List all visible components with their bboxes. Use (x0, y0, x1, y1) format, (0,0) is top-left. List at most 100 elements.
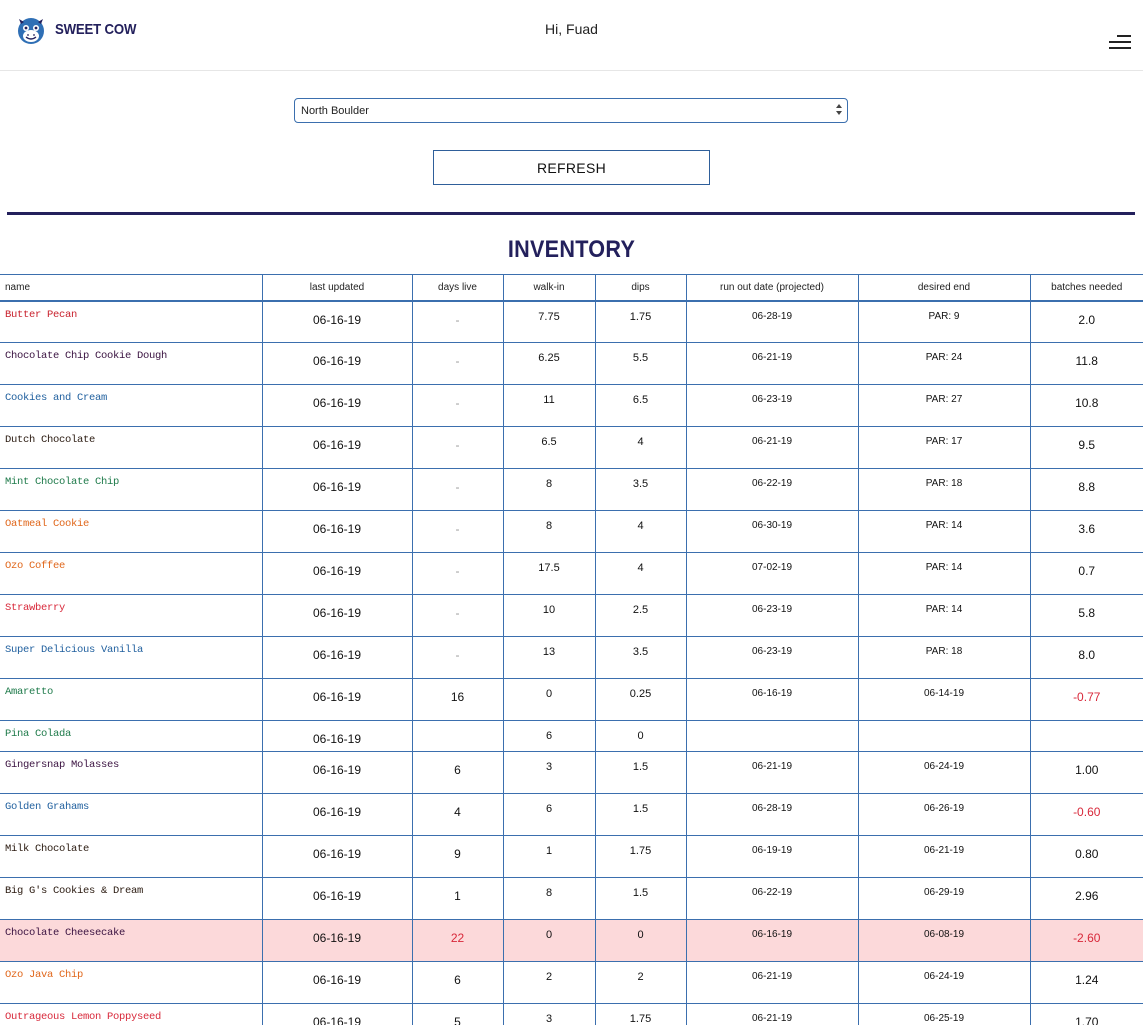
cell-days-live: 5 (412, 1003, 504, 1025)
cell-name[interactable]: Chocolate Chip Cookie Dough (0, 342, 263, 385)
user-greeting: Hi, Fuad (545, 21, 598, 37)
cell-desired-end: PAR: 27 (858, 384, 1031, 427)
cell-last-updated: 06-16-19 (262, 384, 413, 427)
column-header-desired-end[interactable]: desired end (858, 274, 1031, 302)
cell-name[interactable]: Milk Chocolate (0, 835, 263, 878)
cell-last-updated: 06-16-19 (262, 720, 413, 752)
cell-last-updated: 06-16-19 (262, 919, 413, 962)
cell-batches-needed: 2.0 (1030, 300, 1143, 343)
cell-desired-end: 06-21-19 (858, 835, 1031, 878)
cell-last-updated: 06-16-19 (262, 877, 413, 920)
column-header-walk-in[interactable]: walk-in (503, 274, 596, 302)
table-row[interactable]: Chocolate Cheesecake 06-16-19 22 0 0 06-16-19… (0, 919, 1143, 962)
cell-last-updated: 06-16-19 (262, 678, 413, 721)
cell-dips: 1.5 (595, 793, 687, 836)
cell-days-live: 9 (412, 835, 504, 878)
column-header-run-out-date[interactable]: run out date (projected) (686, 274, 859, 302)
cell-dips: 1.5 (595, 751, 687, 794)
cell-last-updated: 06-16-19 (262, 468, 413, 511)
cell-name[interactable]: Chocolate Cheesecake (0, 919, 263, 962)
cell-name[interactable]: Ozo Coffee (0, 552, 263, 595)
cell-desired-end: 06-26-19 (858, 793, 1031, 836)
cell-dips: 1.75 (595, 300, 687, 343)
cell-dips: 0 (595, 720, 687, 752)
column-header-last-updated[interactable]: last updated (262, 274, 413, 302)
cell-batches-needed: 8.8 (1030, 468, 1143, 511)
cell-batches-needed: -2.60 (1030, 919, 1143, 962)
cell-name[interactable]: Strawberry (0, 594, 263, 637)
table-row[interactable]: Ozo Java Chip 06-16-19 6 2 2 06-21-19 06-24-19… (0, 961, 1143, 1004)
cell-desired-end: PAR: 14 (858, 594, 1031, 637)
cell-run-out-date: 06-21-19 (686, 342, 859, 385)
cell-name[interactable]: Super Delicious Vanilla (0, 636, 263, 679)
cell-walk-in: 0 (503, 919, 596, 962)
table-row[interactable]: Gingersnap Molasses 06-16-19 6 3 1.5 06-21-19… (0, 751, 1143, 794)
column-header-name[interactable]: name (0, 274, 263, 302)
table-row[interactable]: Cookies and Cream 06-16-19-11 6.5 06-23-19 P… (0, 384, 1143, 427)
cell-desired-end (858, 720, 1031, 752)
cell-walk-in: 6.25 (503, 342, 596, 385)
table-row[interactable]: Chocolate Chip Cookie Dough 06-16-19-6.25… (0, 342, 1143, 385)
column-header-dips[interactable]: dips (595, 274, 687, 302)
cell-days-live: - (412, 468, 504, 511)
cell-name[interactable]: Gingersnap Molasses (0, 751, 263, 794)
cell-walk-in: 6 (503, 793, 596, 836)
cell-name[interactable]: Mint Chocolate Chip (0, 468, 263, 511)
cell-walk-in: 13 (503, 636, 596, 679)
cell-walk-in: 11 (503, 384, 596, 427)
cell-last-updated: 06-16-19 (262, 1003, 413, 1025)
table-row[interactable]: Milk Chocolate 06-16-19 9 1 1.75 06-19-19 06-2… (0, 835, 1143, 878)
top-bar: SWEET COW Hi, Fuad (0, 0, 1143, 71)
cell-dips: 6.5 (595, 384, 687, 427)
table-row[interactable]: Pina Colada 06-16-19 6 0 (0, 720, 1143, 752)
cell-dips: 3.5 (595, 468, 687, 511)
cell-run-out-date: 06-21-19 (686, 426, 859, 469)
cell-walk-in: 7.75 (503, 300, 596, 343)
cell-last-updated: 06-16-19 (262, 636, 413, 679)
cell-walk-in: 0 (503, 678, 596, 721)
cell-desired-end: 06-25-19 (858, 1003, 1031, 1025)
table-row[interactable]: Super Delicious Vanilla 06-16-19-13 3.5 06-… (0, 636, 1143, 679)
cell-name[interactable]: Outrageous Lemon Poppyseed (0, 1003, 263, 1025)
cell-name[interactable]: Dutch Chocolate (0, 426, 263, 469)
cell-name[interactable]: Amaretto (0, 678, 263, 721)
cell-last-updated: 06-16-19 (262, 300, 413, 343)
cell-batches-needed: 2.96 (1030, 877, 1143, 920)
cell-name[interactable]: Golden Grahams (0, 793, 263, 836)
cell-name[interactable]: Cookies and Cream (0, 384, 263, 427)
cell-name[interactable]: Ozo Java Chip (0, 961, 263, 1004)
table-row[interactable]: Big G's Cookies & Dream 06-16-19 1 8 1.5 06-2… (0, 877, 1143, 920)
hamburger-menu-icon[interactable] (1109, 35, 1131, 49)
column-header-batches-needed[interactable]: batches needed (1030, 274, 1143, 302)
table-row[interactable]: Dutch Chocolate 06-16-19-6.5 4 06-21-19 PAR:… (0, 426, 1143, 469)
table-row[interactable]: Mint Chocolate Chip 06-16-19-8 3.5 06-22-19… (0, 468, 1143, 511)
cell-batches-needed: 5.8 (1030, 594, 1143, 637)
cell-run-out-date: 06-22-19 (686, 468, 859, 511)
cell-desired-end: PAR: 18 (858, 636, 1031, 679)
cell-last-updated: 06-16-19 (262, 342, 413, 385)
cell-walk-in: 2 (503, 961, 596, 1004)
cell-name[interactable]: Oatmeal Cookie (0, 510, 263, 553)
cell-run-out-date: 06-16-19 (686, 678, 859, 721)
cell-dips: 3.5 (595, 636, 687, 679)
cell-walk-in: 10 (503, 594, 596, 637)
table-row[interactable]: Outrageous Lemon Poppyseed 06-16-19 5 3 1.75… (0, 1003, 1143, 1025)
cell-walk-in: 6.5 (503, 426, 596, 469)
store-select[interactable]: North Boulder (294, 98, 848, 123)
cell-run-out-date: 06-23-19 (686, 636, 859, 679)
table-row[interactable]: Ozo Coffee 06-16-19-17.5 4 07-02-19 PAR: 14 0… (0, 552, 1143, 595)
cell-name[interactable]: Butter Pecan (0, 300, 263, 343)
refresh-button[interactable]: REFRESH (433, 150, 710, 185)
table-row[interactable]: Golden Grahams 06-16-19 4 6 1.5 06-28-19 06-26… (0, 793, 1143, 836)
cell-batches-needed: 1.70 (1030, 1003, 1143, 1025)
table-row[interactable]: Amaretto 06-16-19 16 0 0.25 06-16-19 06-14-19-… (0, 678, 1143, 721)
table-row[interactable]: Butter Pecan 06-16-19-7.75 1.75 06-28-19 PAR… (0, 300, 1143, 343)
table-row[interactable]: Oatmeal Cookie 06-16-19-8 4 06-30-19 PAR: 14… (0, 510, 1143, 553)
cell-batches-needed: 0.7 (1030, 552, 1143, 595)
column-header-days-live[interactable]: days live (412, 274, 504, 302)
cell-name[interactable]: Pina Colada (0, 720, 263, 752)
table-row[interactable]: Strawberry 06-16-19-10 2.5 06-23-19 PAR: 14 5… (0, 594, 1143, 637)
cell-name[interactable]: Big G's Cookies & Dream (0, 877, 263, 920)
cell-batches-needed: 1.00 (1030, 751, 1143, 794)
cell-walk-in: 8 (503, 877, 596, 920)
